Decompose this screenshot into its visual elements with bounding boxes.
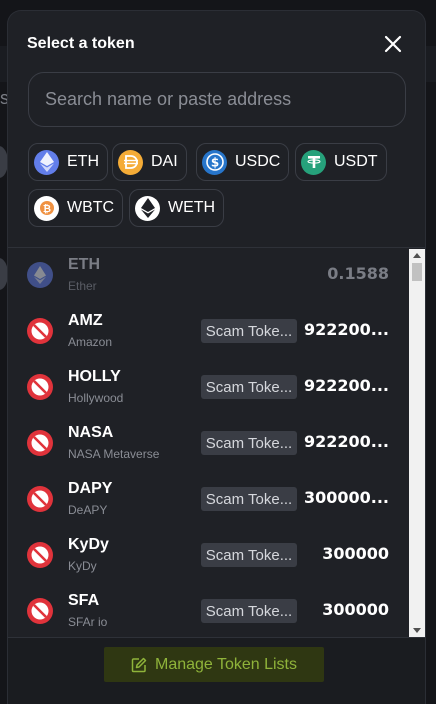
token-balance: 922200...	[303, 432, 389, 451]
token-name: Amazon	[68, 335, 113, 349]
list-scrollbar[interactable]	[409, 249, 425, 637]
token-select-modal: Select a token ETH DAI $ USDC USDT ₿ WBT…	[7, 10, 426, 704]
common-token-weth[interactable]: WETH	[129, 189, 225, 227]
blocked-icon	[27, 318, 53, 344]
scam-token-badge: Scam Toke...	[201, 375, 297, 399]
search-input[interactable]	[28, 72, 406, 127]
token-name: Ether	[68, 279, 97, 293]
svg-text:₿: ₿	[42, 203, 50, 215]
blocked-icon	[27, 374, 53, 400]
close-icon[interactable]	[382, 33, 404, 55]
token-row-holly[interactable]: HOLLY Hollywood Scam Toke... 922200...	[8, 360, 408, 416]
chip-label: WBTC	[67, 199, 115, 216]
common-token-dai[interactable]: DAI	[112, 143, 187, 181]
scrollbar-thumb[interactable]	[412, 263, 422, 281]
token-name: DeAPY	[68, 503, 108, 517]
eth-icon	[27, 262, 53, 288]
chip-label: ETH	[67, 153, 99, 170]
scroll-up-arrow[interactable]	[413, 253, 421, 258]
token-row-dapy[interactable]: DAPY DeAPY Scam Toke... 300000...	[8, 472, 408, 528]
scam-token-badge: Scam Toke...	[201, 319, 297, 343]
blocked-icon	[27, 486, 53, 512]
blocked-icon	[27, 542, 53, 568]
chip-label: USDT	[334, 153, 378, 170]
token-row-amz[interactable]: AMZ Amazon Scam Toke... 922200...	[8, 304, 408, 360]
manage-token-lists-button[interactable]: Manage Token Lists	[104, 647, 324, 682]
token-name: NASA Metaverse	[68, 447, 160, 461]
common-token-eth[interactable]: ETH	[28, 143, 108, 181]
dai-icon	[118, 149, 143, 175]
common-token-usdt[interactable]: USDT	[295, 143, 387, 181]
chip-label: USDC	[235, 153, 281, 170]
token-name: SFAr io	[68, 615, 108, 629]
common-token-usdc[interactable]: $ USDC	[196, 143, 290, 181]
manage-token-lists-label: Manage Token Lists	[154, 655, 297, 673]
token-row-nasa[interactable]: NASA NASA Metaverse Scam Toke... 922200.…	[8, 416, 408, 472]
scam-token-badge: Scam Toke...	[201, 431, 297, 455]
token-row-kydy[interactable]: KyDy KyDy Scam Toke... 300000	[8, 528, 408, 584]
chip-label: DAI	[151, 153, 178, 170]
token-row-sfa[interactable]: SFA SFAr io Scam Toke... 300000	[8, 584, 408, 636]
chip-label: WETH	[168, 199, 216, 216]
token-name: KyDy	[68, 559, 97, 573]
token-name: Hollywood	[68, 391, 124, 405]
token-symbol: KyDy	[68, 536, 109, 553]
token-symbol: ETH	[68, 256, 100, 273]
token-balance: 300000	[322, 544, 389, 563]
modal-title: Select a token	[27, 35, 135, 52]
token-balance: 922200...	[303, 376, 389, 395]
usdt-icon	[301, 149, 326, 175]
blocked-icon	[27, 430, 53, 456]
blocked-icon	[27, 598, 53, 624]
token-balance: 922200...	[303, 320, 389, 339]
weth-icon	[135, 195, 160, 221]
scroll-down-arrow[interactable]	[413, 628, 421, 633]
token-symbol: AMZ	[68, 312, 103, 329]
common-token-wbtc[interactable]: ₿ WBTC	[28, 189, 124, 227]
token-symbol: SFA	[68, 592, 100, 609]
eth-icon	[34, 149, 59, 175]
wbtc-icon: ₿	[34, 195, 59, 221]
token-list[interactable]: ETH Ether 0.1588 AMZ Amazon Scam Toke...…	[8, 248, 425, 636]
scam-token-badge: Scam Toke...	[201, 599, 297, 623]
modal-footer: Manage Token Lists	[8, 637, 425, 704]
edit-icon	[131, 657, 147, 672]
token-symbol: DAPY	[68, 480, 113, 497]
token-row-eth[interactable]: ETH Ether 0.1588	[8, 248, 408, 304]
svg-text:$: $	[210, 156, 218, 170]
token-symbol: NASA	[68, 424, 114, 441]
scam-token-badge: Scam Toke...	[201, 487, 297, 511]
token-balance: 300000...	[303, 488, 389, 507]
token-balance: 0.1588	[327, 264, 389, 283]
token-balance: 300000	[322, 600, 389, 619]
usdc-icon: $	[202, 149, 227, 175]
token-symbol: HOLLY	[68, 368, 121, 385]
scam-token-badge: Scam Toke...	[201, 543, 297, 567]
